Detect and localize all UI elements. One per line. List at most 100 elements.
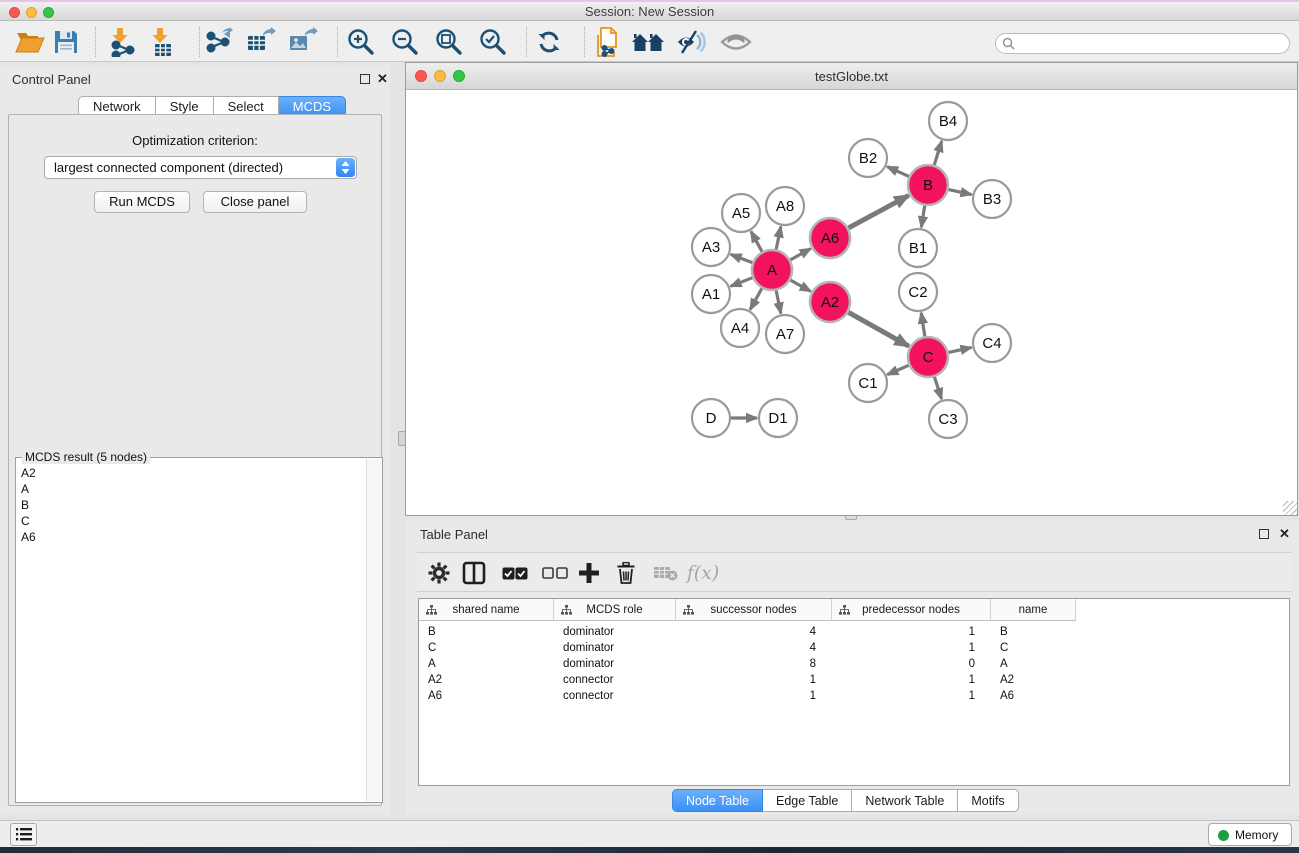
- edge-A-A4[interactable]: [750, 288, 762, 310]
- table-row-B[interactable]: Bdominator41B: [419, 624, 1289, 640]
- cell[interactable]: dominator: [554, 656, 676, 672]
- export-table-icon[interactable]: [243, 25, 279, 59]
- edge-A-A3[interactable]: [731, 254, 754, 263]
- column-header-MCDS-role[interactable]: MCDS role: [554, 599, 676, 621]
- table-row-C[interactable]: Cdominator41C: [419, 640, 1289, 656]
- node-C4[interactable]: C4: [973, 324, 1011, 362]
- run-mcds-button[interactable]: Run MCDS: [94, 191, 190, 213]
- column-header-predecessor-nodes[interactable]: predecessor nodes: [832, 599, 991, 621]
- column-visibility-icon[interactable]: [458, 557, 490, 589]
- edge-A2-C[interactable]: [847, 312, 908, 346]
- edge-C-C4[interactable]: [948, 347, 972, 352]
- task-history-button[interactable]: [10, 823, 37, 846]
- table-row-A[interactable]: Adominator80A: [419, 656, 1289, 672]
- node-A[interactable]: A: [752, 250, 792, 290]
- network-canvas[interactable]: B4B2BB3A8A5A6A3B1AC2A1A2A4A7C4CC1DD1C3: [406, 90, 1297, 515]
- edge-A-A5[interactable]: [751, 231, 762, 252]
- open-session-icon[interactable]: [12, 25, 48, 59]
- tab-motifs[interactable]: Motifs: [958, 789, 1018, 812]
- add-column-icon[interactable]: [573, 557, 605, 589]
- node-C3[interactable]: C3: [929, 400, 967, 438]
- cell[interactable]: 1: [832, 640, 991, 656]
- node-D[interactable]: D: [692, 399, 730, 437]
- node-C[interactable]: C: [908, 337, 948, 377]
- tab-edge-table[interactable]: Edge Table: [763, 789, 852, 812]
- node-D1[interactable]: D1: [759, 399, 797, 437]
- save-session-icon[interactable]: [48, 25, 84, 59]
- edge-A6-B[interactable]: [848, 195, 909, 228]
- edge-C-C2[interactable]: [921, 313, 925, 337]
- cell[interactable]: 1: [676, 672, 832, 688]
- result-list-item[interactable]: A: [19, 481, 364, 497]
- float-panel-icon[interactable]: [1259, 529, 1269, 539]
- node-A3[interactable]: A3: [692, 228, 730, 266]
- float-panel-icon[interactable]: [360, 74, 370, 84]
- cell[interactable]: C: [419, 640, 554, 656]
- edge-A-A6[interactable]: [790, 249, 811, 261]
- edge-A-A8[interactable]: [776, 227, 781, 251]
- node-C2[interactable]: C2: [899, 273, 937, 311]
- node-B1[interactable]: B1: [899, 229, 937, 267]
- zoom-selected-icon[interactable]: [475, 25, 511, 59]
- node-A8[interactable]: A8: [766, 187, 804, 225]
- node-B2[interactable]: B2: [849, 139, 887, 177]
- zoom-out-icon[interactable]: [387, 25, 423, 59]
- import-network-icon[interactable]: [104, 25, 140, 59]
- result-scrollbar[interactable]: [366, 459, 381, 801]
- zoom-in-icon[interactable]: [343, 25, 379, 59]
- cell[interactable]: connector: [554, 688, 676, 704]
- result-list-item[interactable]: A6: [19, 529, 364, 545]
- cell[interactable]: 1: [832, 624, 991, 640]
- export-image-icon[interactable]: [285, 25, 321, 59]
- cell[interactable]: B: [419, 624, 554, 640]
- node-B3[interactable]: B3: [973, 180, 1011, 218]
- cell[interactable]: C: [991, 640, 1076, 656]
- node-A2[interactable]: A2: [810, 282, 850, 322]
- column-header-shared-name[interactable]: shared name: [419, 599, 554, 621]
- node-B4[interactable]: B4: [929, 102, 967, 140]
- edge-C-C3[interactable]: [934, 376, 941, 399]
- close-panel-icon[interactable]: ✕: [377, 71, 388, 87]
- edge-B-B2[interactable]: [887, 167, 910, 177]
- cell[interactable]: dominator: [554, 624, 676, 640]
- show-graphics-details-icon[interactable]: [718, 25, 754, 59]
- cell[interactable]: A2: [419, 672, 554, 688]
- close-panel-button[interactable]: Close panel: [203, 191, 307, 213]
- table-row-A6[interactable]: A6connector11A6: [419, 688, 1289, 704]
- tab-node-table[interactable]: Node Table: [672, 789, 763, 812]
- node-C1[interactable]: C1: [849, 364, 887, 402]
- zoom-fit-icon[interactable]: [431, 25, 467, 59]
- result-list-item[interactable]: A2: [19, 465, 364, 481]
- criterion-select[interactable]: largest connected component (directed): [44, 156, 357, 179]
- memory-button[interactable]: Memory: [1208, 823, 1292, 846]
- cell[interactable]: 1: [832, 688, 991, 704]
- edge-B-B1[interactable]: [921, 205, 925, 228]
- result-list-item[interactable]: B: [19, 497, 364, 513]
- cell[interactable]: A2: [991, 672, 1076, 688]
- edge-B-B4[interactable]: [934, 141, 942, 166]
- node-A1[interactable]: A1: [692, 275, 730, 313]
- cell[interactable]: A: [419, 656, 554, 672]
- close-panel-icon[interactable]: ✕: [1279, 526, 1290, 542]
- cell[interactable]: 8: [676, 656, 832, 672]
- hide-graphics-details-icon[interactable]: [673, 25, 709, 59]
- cell[interactable]: B: [991, 624, 1076, 640]
- node-A7[interactable]: A7: [766, 315, 804, 353]
- deselect-all-rows-icon[interactable]: [539, 557, 571, 589]
- window-resize-grip[interactable]: [1283, 501, 1297, 515]
- edge-A-A2[interactable]: [790, 280, 811, 292]
- delete-column-icon[interactable]: [610, 557, 642, 589]
- node-A6[interactable]: A6: [810, 218, 850, 258]
- cell[interactable]: A6: [991, 688, 1076, 704]
- home-icon[interactable]: [630, 25, 666, 59]
- clone-network-icon[interactable]: [590, 25, 626, 59]
- export-network-icon[interactable]: [201, 25, 237, 59]
- import-table-icon[interactable]: [144, 25, 180, 59]
- table-settings-icon[interactable]: [423, 557, 455, 589]
- cell[interactable]: 1: [676, 688, 832, 704]
- cell[interactable]: 1: [832, 672, 991, 688]
- node-A4[interactable]: A4: [721, 309, 759, 347]
- cell[interactable]: connector: [554, 672, 676, 688]
- edge-B-B3[interactable]: [948, 189, 972, 194]
- cell[interactable]: dominator: [554, 640, 676, 656]
